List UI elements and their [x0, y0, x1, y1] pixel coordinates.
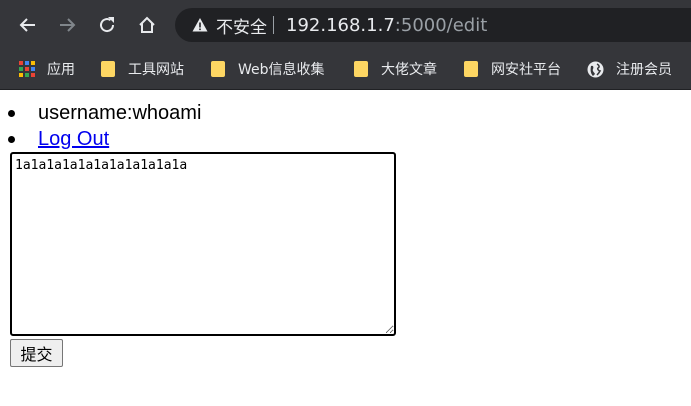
home-button[interactable] — [133, 11, 161, 39]
logout-link[interactable]: Log Out — [38, 128, 109, 150]
folder-icon — [463, 60, 479, 78]
warning-icon[interactable] — [192, 17, 208, 33]
address-bar[interactable]: 不安全 192.168.1.7:5000/edit — [175, 8, 691, 42]
bullet — [8, 136, 15, 143]
back-button[interactable] — [14, 11, 42, 39]
back-icon — [19, 18, 35, 32]
bullet — [8, 110, 15, 117]
page-content: username:whoami Log Out 1a1a1a1a1a1a1a1a… — [0, 100, 691, 367]
bookmark-folder-security-platform[interactable]: 网安社平台 — [463, 59, 561, 79]
reload-icon — [100, 17, 115, 33]
bookmark-folder-web-info[interactable]: Web信息收集 — [210, 59, 325, 79]
url-host: 192.168.1.7 — [286, 14, 395, 36]
user-menu: username:whoami Log Out — [0, 100, 691, 152]
globe-icon — [587, 61, 604, 78]
browser-toolbar: 不安全 192.168.1.7:5000/edit — [0, 0, 691, 50]
url-path: :5000/edit — [394, 14, 488, 36]
bookmark-label: Web信息收集 — [238, 62, 325, 78]
bookmark-label: 应用 — [47, 62, 75, 78]
home-icon — [139, 16, 155, 33]
folder-icon — [210, 60, 226, 78]
forward-button[interactable] — [53, 11, 81, 39]
apps-grid-icon — [19, 61, 35, 77]
bookmark-folder-articles[interactable]: 大佬文章 — [353, 59, 437, 79]
bookmarks-bar: 应用 工具网站 Web信息收集 大佬文章 网安社平台 注册会员 — [0, 50, 691, 90]
username-text: username:whoami — [38, 102, 202, 124]
bookmark-label: 注册会员 — [616, 62, 672, 78]
bookmark-label: 大佬文章 — [381, 62, 437, 78]
address-separator — [273, 16, 274, 34]
list-item: username:whoami — [0, 100, 691, 126]
url-text[interactable]: 192.168.1.7:5000/edit — [286, 15, 487, 36]
folder-icon — [353, 60, 369, 78]
folder-icon — [100, 60, 116, 78]
bookmark-folder-tools[interactable]: 工具网站 — [100, 59, 184, 79]
security-label[interactable]: 不安全 — [216, 13, 267, 38]
forward-icon — [60, 18, 76, 32]
reload-button[interactable] — [93, 11, 121, 39]
bookmark-apps[interactable]: 应用 — [19, 59, 75, 79]
bookmark-label: 网安社平台 — [491, 62, 561, 78]
content-textarea[interactable]: 1a1a1a1a1a1a1a1a1a1a1a — [10, 152, 396, 336]
bookmark-register[interactable]: 注册会员 — [587, 59, 672, 79]
list-item: Log Out — [0, 126, 691, 152]
bookmark-label: 工具网站 — [128, 62, 184, 78]
submit-button[interactable]: 提交 — [10, 339, 63, 367]
